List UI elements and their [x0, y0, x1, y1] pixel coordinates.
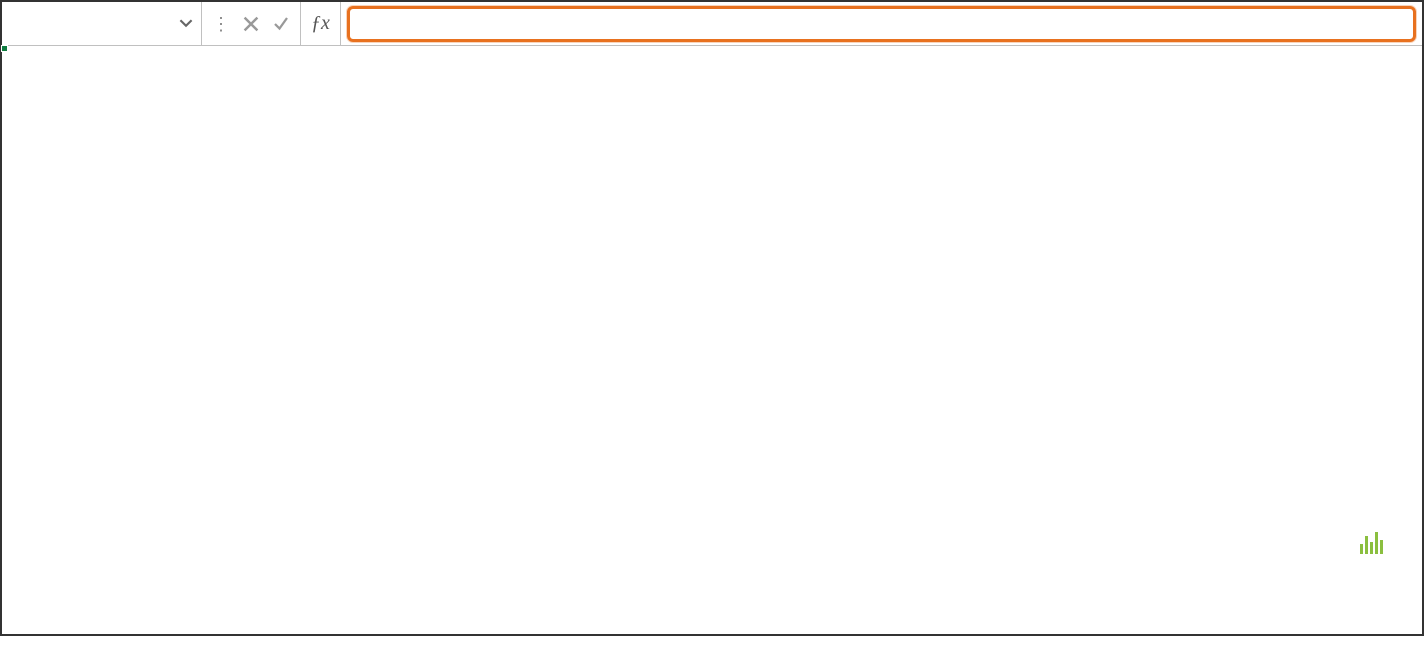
annotation-arrow [2, 46, 1424, 646]
fx-icon[interactable]: ƒx [301, 2, 341, 45]
cancel-icon[interactable] [236, 9, 266, 39]
criteria-box-border [2, 46, 4, 48]
chevron-down-icon[interactable] [179, 12, 193, 36]
watermark [1359, 528, 1392, 554]
enter-icon[interactable] [266, 9, 296, 39]
formula-bar-buttons: ⋮ [202, 2, 301, 45]
active-cell-indicator [2, 46, 6, 50]
name-box[interactable] [2, 2, 202, 45]
watermark-icon [1359, 528, 1384, 554]
fill-handle[interactable] [1, 45, 8, 52]
formula-input[interactable] [347, 6, 1416, 42]
spill-range-border [2, 46, 4, 48]
dots-icon[interactable]: ⋮ [206, 9, 236, 39]
formula-bar: ⋮ ƒx [2, 2, 1422, 46]
